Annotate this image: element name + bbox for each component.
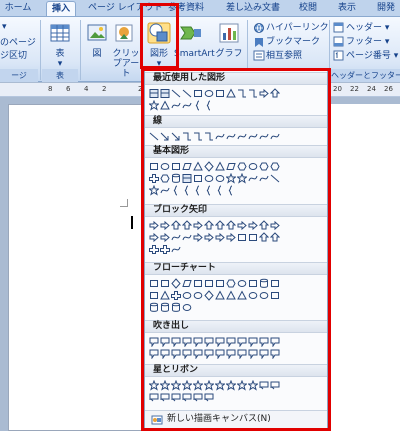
separator bbox=[80, 20, 81, 80]
tab-insert[interactable]: 挿入 bbox=[46, 1, 76, 16]
ruler-number: 2 bbox=[102, 85, 107, 93]
page-number-button-label: ページ番号 bbox=[346, 51, 391, 61]
clipart-icon[interactable] bbox=[114, 23, 134, 46]
separator bbox=[40, 20, 41, 80]
tab-page-layout[interactable]: ページ レイアウト bbox=[88, 1, 163, 16]
page-number-button[interactable]: ページ番号 ▾ bbox=[346, 50, 398, 62]
pages-group-label: ージ bbox=[0, 69, 38, 82]
cross-reference-icon bbox=[253, 50, 265, 64]
footer-button-label: フッター bbox=[346, 37, 383, 47]
blank-page-button[interactable]: のページ bbox=[0, 37, 36, 49]
page-menu-arrow[interactable]: ▾ bbox=[2, 21, 7, 33]
table-button-label[interactable]: 表 bbox=[50, 49, 70, 59]
hyperlink-button[interactable]: ハイパーリンク bbox=[266, 22, 329, 34]
tab-review[interactable]: 校閲 bbox=[298, 1, 318, 16]
footer-icon bbox=[333, 36, 344, 50]
table-group-label: 表 bbox=[42, 69, 78, 82]
page-break-button[interactable]: ジ区切 bbox=[0, 50, 27, 62]
ruler-number: 26 bbox=[384, 85, 393, 93]
table-icon[interactable] bbox=[50, 23, 70, 46]
page-number-icon bbox=[333, 50, 344, 64]
tab-view[interactable]: 表示 bbox=[336, 1, 358, 16]
ruler-number: 8 bbox=[48, 85, 53, 93]
header-button[interactable]: ヘッダー ▾ bbox=[346, 22, 389, 34]
ruler-number: 24 bbox=[367, 85, 376, 93]
shapes-button-highlight bbox=[140, 3, 179, 69]
clipart-button-label[interactable]: クリップアート bbox=[110, 49, 142, 79]
text-cursor bbox=[131, 216, 133, 229]
tab-mailings[interactable]: 差し込み文書 bbox=[224, 1, 282, 16]
chart-button-label[interactable]: グラフ bbox=[215, 49, 243, 59]
shapes-menu-highlight bbox=[141, 68, 331, 431]
ruler-number: 6 bbox=[66, 85, 71, 93]
smartart-button-label[interactable]: SmartArt bbox=[174, 49, 215, 59]
ruler-number: 4 bbox=[84, 85, 89, 93]
header-footer-group-label: ヘッダーとフッター bbox=[331, 69, 400, 82]
hyperlink-icon bbox=[253, 23, 265, 36]
bookmark-button[interactable]: ブックマーク bbox=[266, 36, 320, 48]
margin-corner-mark bbox=[127, 199, 128, 207]
ruler-number: 22 bbox=[350, 85, 359, 93]
table-dropdown-icon[interactable]: ▾ bbox=[54, 59, 66, 69]
smartart-icon[interactable] bbox=[180, 23, 202, 46]
tab-developer[interactable]: 開発 bbox=[374, 1, 398, 16]
footer-button[interactable]: フッター ▾ bbox=[346, 36, 389, 48]
header-button-label: ヘッダー bbox=[346, 23, 383, 33]
document-page-right[interactable] bbox=[330, 104, 400, 431]
tab-home[interactable]: ホーム bbox=[2, 1, 34, 16]
bookmark-icon bbox=[253, 37, 265, 51]
chart-icon[interactable] bbox=[219, 23, 239, 46]
picture-button-label[interactable]: 図 bbox=[87, 49, 107, 59]
header-icon bbox=[333, 22, 344, 36]
ruler-number: 20 bbox=[333, 85, 342, 93]
cross-reference-button[interactable]: 相互参照 bbox=[266, 50, 302, 62]
ribbon-tab-bar: ホーム 挿入 ページ レイアウト 参考資料 差し込み文書 校閲 表示 開発 bbox=[0, 0, 400, 16]
picture-icon[interactable] bbox=[87, 23, 107, 46]
